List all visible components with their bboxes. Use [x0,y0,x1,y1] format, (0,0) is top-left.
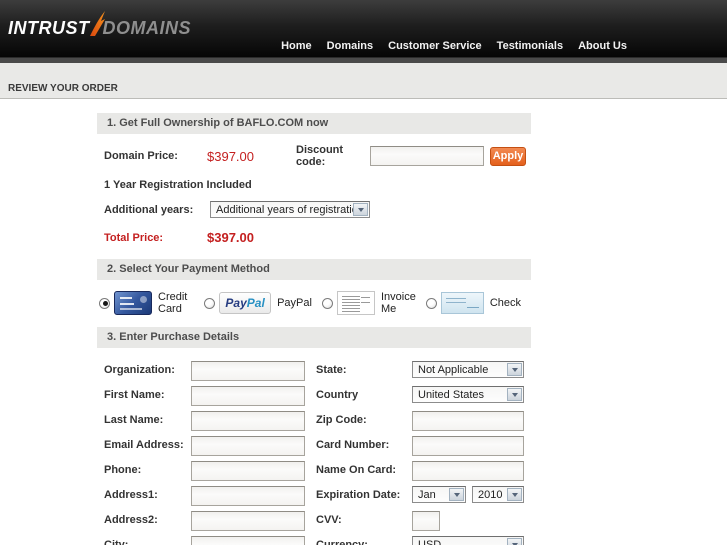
card-number-label: Card Number: [316,436,412,451]
address1-label: Address1: [104,486,191,501]
check-label: Check [490,297,521,309]
credit-card-radio[interactable] [99,298,110,309]
state-label: State: [316,361,412,376]
cvv-input[interactable] [412,511,440,531]
nav-home[interactable]: Home [281,40,312,52]
discount-code-label: Discount code: [296,144,370,168]
address2-label: Address2: [104,511,191,526]
email-input[interactable] [191,436,305,456]
nav-domains[interactable]: Domains [327,40,373,52]
chevron-down-icon [507,488,522,501]
page-title: REVIEW YOUR ORDER [0,63,727,99]
chevron-down-icon [507,363,522,376]
paypal-logo-pay: Pay [225,296,246,310]
chevron-down-icon [507,388,522,401]
card-number-input[interactable] [412,436,524,456]
organization-input[interactable] [191,361,305,381]
domain-price-label: Domain Price: [104,150,207,162]
top-header: INTRUST DOMAINS Home Domains Customer Se… [0,0,727,57]
total-price-label: Total Price: [104,232,207,244]
city-label: City: [104,536,191,545]
invoice-icon [337,291,375,315]
state-selected-value: Not Applicable [418,364,488,376]
currency-label: Currency: [316,536,412,545]
main-nav: Home Domains Customer Service Testimonia… [266,40,627,52]
check-icon [441,292,484,314]
logo-arrow-icon [89,10,106,37]
nav-customer-service[interactable]: Customer Service [388,40,482,52]
additional-years-label: Additional years: [104,204,210,216]
expiration-month-value: Jan [418,489,436,501]
paypal-logo-pal: Pal [247,296,265,310]
credit-card-label: Credit Card [158,291,194,315]
address1-input[interactable] [191,486,305,506]
additional-years-selected-value: Additional years of registration [216,204,364,216]
chevron-down-icon [507,538,522,545]
total-price-row: Total Price: $397.00 [97,230,531,245]
nav-testimonials[interactable]: Testimonials [497,40,563,52]
domain-price-value: $397.00 [207,149,296,164]
total-price-value: $397.00 [207,230,254,245]
expiration-date-label: Expiration Date: [316,486,412,501]
payment-option-credit-card[interactable]: Credit Card [99,291,194,315]
expiration-month-select[interactable]: Jan [412,486,466,503]
last-name-input[interactable] [191,411,305,431]
domain-price-row: Domain Price: $397.00 Discount code: App… [97,146,531,166]
expiration-year-value: 2010 [478,489,502,501]
expiration-year-select[interactable]: 2010 [472,486,524,503]
payment-option-paypal[interactable]: PayPal PayPal [204,292,312,314]
state-select[interactable]: Not Applicable [412,361,524,378]
chevron-down-icon [449,488,464,501]
logo-text-domains: DOMAINS [103,18,192,39]
paypal-icon: PayPal [219,292,271,314]
registration-note: 1 Year Registration Included [97,179,531,191]
payment-option-check[interactable]: Check [426,292,521,314]
additional-years-select[interactable]: Additional years of registration [210,201,370,218]
brand-logo[interactable]: INTRUST DOMAINS [8,15,191,42]
cvv-label: CVV: [316,511,412,526]
section3-header: 3. Enter Purchase Details [97,327,531,348]
nav-about-us[interactable]: About Us [578,40,627,52]
apply-button[interactable]: Apply [490,147,526,166]
country-selected-value: United States [418,389,484,401]
order-content: 1. Get Full Ownership of BAFLO.COM now D… [97,113,531,545]
first-name-input[interactable] [191,386,305,406]
logo-text-intrust: INTRUST [8,18,90,39]
check-radio[interactable] [426,298,437,309]
currency-selected-value: USD [418,539,441,545]
section2-header: 2. Select Your Payment Method [97,259,531,280]
invoice-radio[interactable] [322,298,333,309]
zip-code-label: Zip Code: [316,411,412,426]
invoice-label: Invoice Me [381,291,416,315]
payment-methods: Credit Card PayPal PayPal Invoice Me Che… [97,290,531,316]
email-label: Email Address: [104,436,191,451]
section1-header: 1. Get Full Ownership of BAFLO.COM now [97,113,531,134]
credit-card-icon [114,291,152,315]
address2-input[interactable] [191,511,305,531]
name-on-card-label: Name On Card: [316,461,412,476]
additional-years-row: Additional years: Additional years of re… [97,201,531,218]
name-on-card-input[interactable] [412,461,524,481]
discount-code-input[interactable] [370,146,484,166]
first-name-label: First Name: [104,386,191,401]
currency-select[interactable]: USD [412,536,524,545]
payment-option-invoice[interactable]: Invoice Me [322,291,416,315]
paypal-radio[interactable] [204,298,215,309]
country-label: Country [316,386,412,401]
country-select[interactable]: United States [412,386,524,403]
chevron-down-icon [353,203,368,216]
phone-input[interactable] [191,461,305,481]
paypal-label: PayPal [277,297,312,309]
purchase-details-form: Organization: State: Not Applicable Firs… [97,361,531,545]
city-input[interactable] [191,536,305,545]
organization-label: Organization: [104,361,191,376]
last-name-label: Last Name: [104,411,191,426]
phone-label: Phone: [104,461,191,476]
zip-code-input[interactable] [412,411,524,431]
